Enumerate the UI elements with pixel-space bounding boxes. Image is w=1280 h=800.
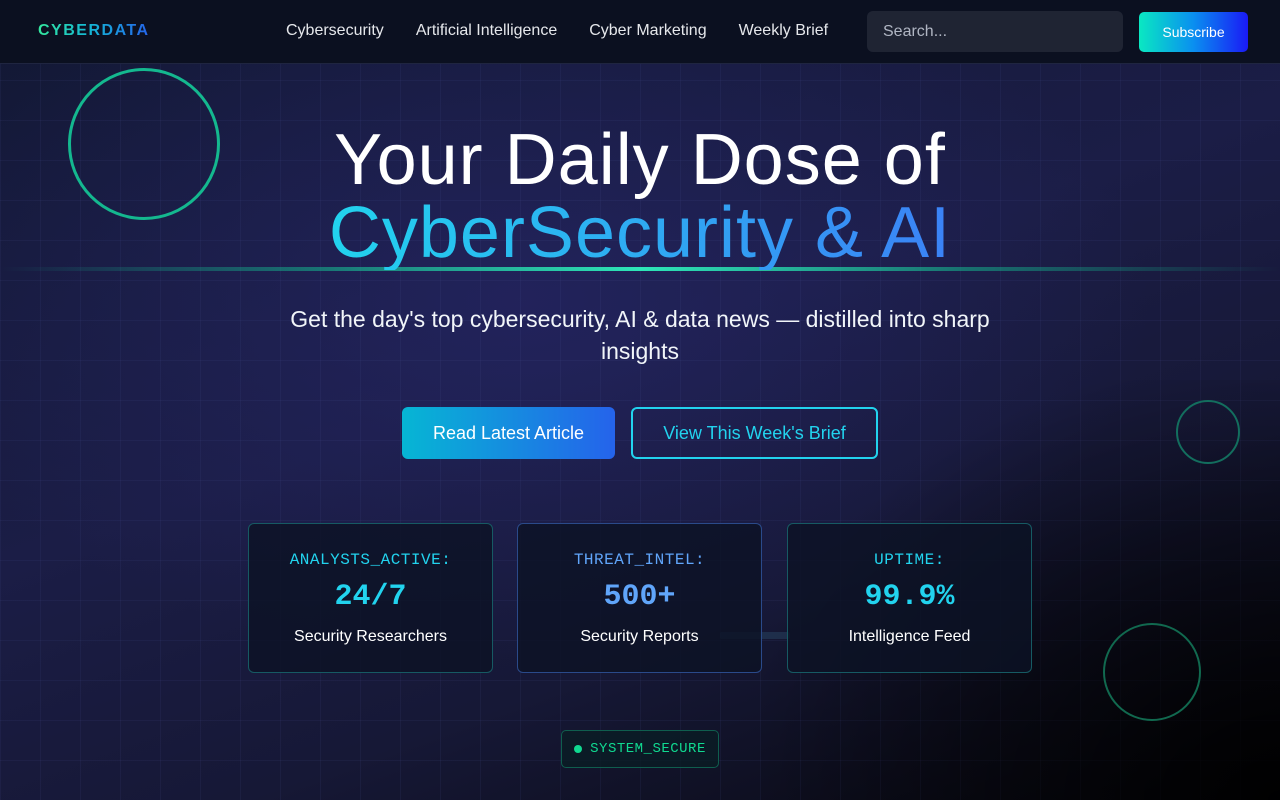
- nav-link-cyber-marketing[interactable]: Cyber Marketing: [589, 21, 706, 41]
- status-text: SYSTEM_SECURE: [590, 741, 706, 757]
- top-navbar: CYBERDATA Cybersecurity Artificial Intel…: [0, 0, 1280, 64]
- search-input[interactable]: [867, 11, 1123, 52]
- stat-description: Security Researchers: [294, 628, 447, 645]
- stat-card-uptime: UPTIME: 99.9% Intelligence Feed: [787, 523, 1032, 673]
- hero-title-line-2: CyberSecurity & AI: [328, 193, 952, 273]
- stat-description: Intelligence Feed: [848, 628, 971, 645]
- hero-title: Your Daily Dose of CyberSecurity & AI: [0, 124, 1280, 270]
- read-latest-article-button[interactable]: Read Latest Article: [402, 407, 615, 459]
- stat-card-threat-intel: THREAT_INTEL: 500+ Security Reports: [517, 523, 762, 673]
- brand-logo[interactable]: CYBERDATA: [38, 22, 150, 40]
- main-nav: Cybersecurity Artificial Intelligence Cy…: [286, 21, 828, 41]
- stat-card-analysts: ANALYSTS_ACTIVE: 24/7 Security Researche…: [248, 523, 493, 673]
- hero-subtitle: Get the day's top cybersecurity, AI & da…: [290, 306, 990, 364]
- decorative-ring: [1103, 623, 1201, 721]
- nav-link-weekly-brief[interactable]: Weekly Brief: [739, 21, 829, 41]
- stat-value: 99.9%: [864, 580, 955, 614]
- decorative-ring: [1176, 400, 1240, 464]
- nav-link-artificial-intelligence[interactable]: Artificial Intelligence: [416, 21, 557, 41]
- status-dot-icon: [574, 745, 583, 753]
- subscribe-button[interactable]: Subscribe: [1139, 12, 1248, 52]
- system-status-badge: SYSTEM_SECURE: [561, 730, 719, 768]
- stat-description: Security Reports: [580, 628, 699, 645]
- stat-value: 500+: [603, 580, 676, 614]
- stat-label: THREAT_INTEL:: [573, 551, 706, 569]
- stat-label: ANALYSTS_ACTIVE:: [289, 551, 452, 569]
- stat-label: UPTIME:: [874, 551, 945, 569]
- stat-value: 24/7: [334, 580, 407, 614]
- nav-link-cybersecurity[interactable]: Cybersecurity: [286, 21, 384, 41]
- view-weekly-brief-button[interactable]: View This Week's Brief: [631, 407, 878, 459]
- hero-title-line-1: Your Daily Dose of: [334, 120, 946, 200]
